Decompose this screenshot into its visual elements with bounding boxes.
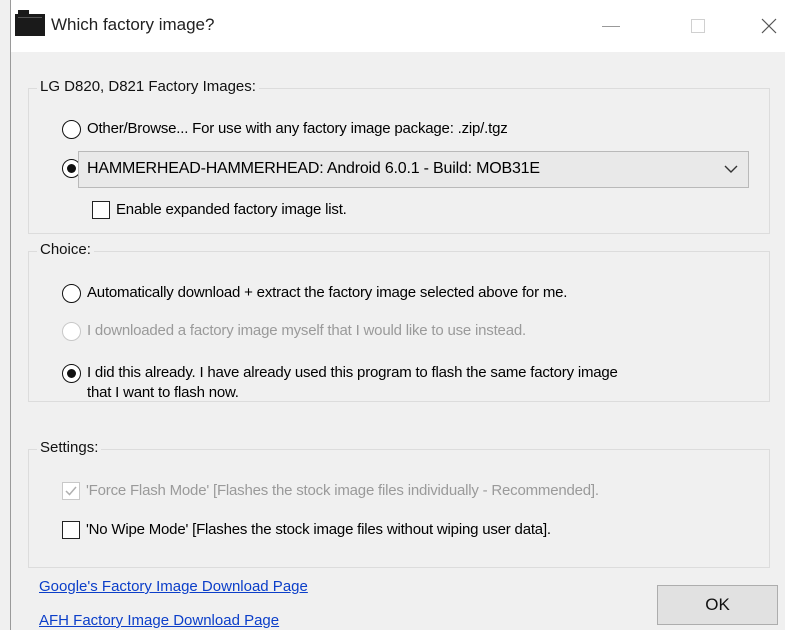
no-wipe-label[interactable]: 'No Wipe Mode' [Flashes the stock image …	[86, 521, 551, 538]
title-bar[interactable]: Which factory image?	[11, 0, 785, 52]
ok-button[interactable]: OK	[657, 585, 778, 625]
force-flash-label: 'Force Flash Mode' [Flashes the stock im…	[86, 482, 599, 499]
auto-download-label[interactable]: Automatically download + extract the fac…	[87, 284, 567, 301]
already-done-label-line2[interactable]: that I want to flash now.	[87, 384, 239, 401]
maximize-icon	[691, 19, 705, 33]
factory-image-select[interactable]: HAMMERHEAD-HAMMERHEAD: Android 6.0.1 - B…	[78, 151, 749, 188]
downloaded-myself-label: I downloaded a factory image myself that…	[87, 322, 526, 339]
app-icon	[15, 10, 45, 36]
window-title: Which factory image?	[51, 15, 215, 34]
close-icon	[761, 18, 777, 34]
downloaded-myself-radio	[62, 322, 81, 341]
force-flash-checkbox	[62, 482, 80, 500]
chevron-down-icon	[724, 165, 738, 173]
other-browse-radio[interactable]	[62, 120, 81, 139]
factory-image-select-value: HAMMERHEAD-HAMMERHEAD: Android 6.0.1 - B…	[87, 160, 540, 177]
minimize-button[interactable]	[586, 0, 636, 52]
expanded-list-checkbox[interactable]	[92, 201, 110, 219]
already-done-radio[interactable]	[62, 364, 81, 383]
checkmark-icon	[65, 486, 77, 496]
expanded-list-label[interactable]: Enable expanded factory image list.	[116, 201, 347, 218]
google-factory-image-link[interactable]: Google's Factory Image Download Page	[39, 578, 308, 595]
settings-group: Settings:	[28, 439, 770, 568]
auto-download-radio[interactable]	[62, 284, 81, 303]
settings-group-label: Settings:	[37, 439, 102, 456]
choice-group-label: Choice:	[37, 241, 94, 258]
close-button[interactable]	[749, 0, 785, 52]
afh-factory-image-link[interactable]: AFH Factory Image Download Page	[39, 612, 279, 629]
factory-images-group-label: LG D820, D821 Factory Images:	[37, 78, 259, 95]
already-done-label-line1[interactable]: I did this already. I have already used …	[87, 364, 618, 381]
other-browse-label[interactable]: Other/Browse... For use with any factory…	[87, 120, 508, 137]
no-wipe-checkbox[interactable]	[62, 521, 80, 539]
minimize-icon	[602, 25, 620, 27]
maximize-button[interactable]	[673, 0, 723, 52]
